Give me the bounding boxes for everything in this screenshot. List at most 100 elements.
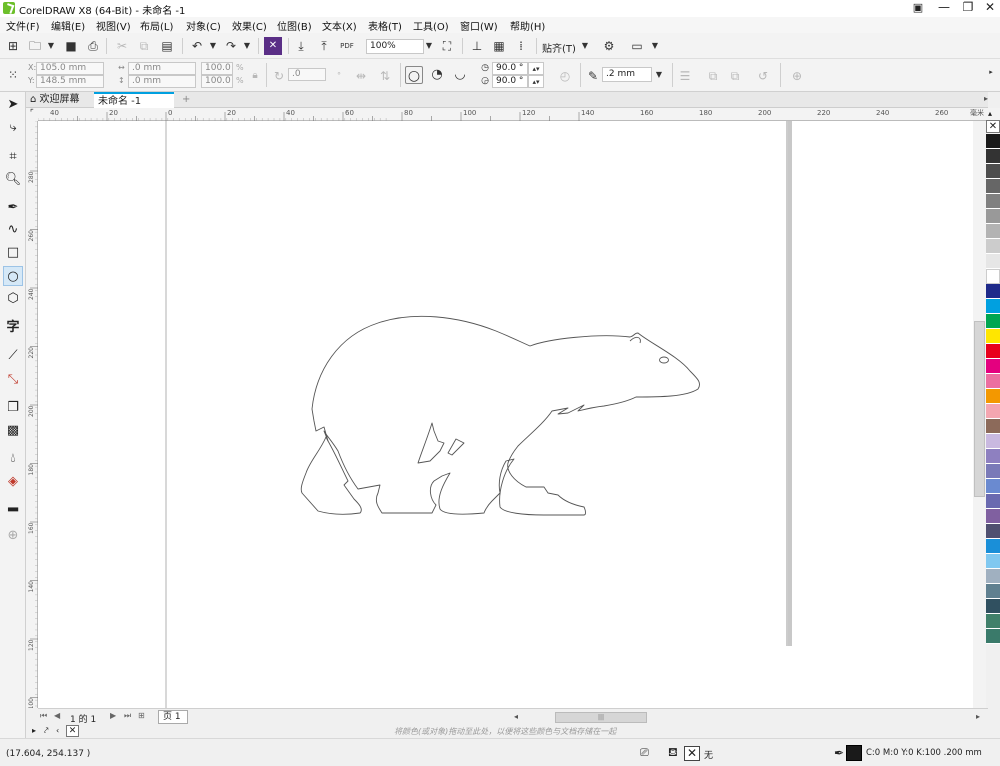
import-icon[interactable]: ⤓ (292, 37, 310, 55)
pick-tool-icon[interactable]: ➤ (3, 95, 23, 115)
undo-dropdown-icon[interactable]: ▼ (204, 37, 222, 55)
fill-bucket-icon[interactable]: ⛾ (668, 745, 678, 761)
full-screen-icon[interactable]: ⛶ (438, 37, 456, 55)
width-field[interactable]: .0 mm (128, 62, 196, 75)
start-angle-field[interactable]: 90.0 ° (492, 62, 528, 75)
show-grid-icon[interactable]: ▦ (490, 37, 508, 55)
palette-swatch[interactable] (986, 464, 1000, 479)
rectangle-tool-icon[interactable]: □ (3, 243, 23, 263)
outline-color-swatch[interactable] (846, 745, 862, 761)
smart-fill-icon[interactable]: ▂ (3, 495, 23, 515)
palette-swatch[interactable] (986, 164, 1000, 179)
application-launcher-icon[interactable]: ▭ (628, 37, 646, 55)
h-scroll-left-icon[interactable]: ◂ (514, 712, 518, 721)
parallel-dimension-icon[interactable]: ⟋ (3, 346, 23, 366)
fill-none-swatch[interactable]: ✕ (684, 746, 700, 761)
menu-layout[interactable]: 布局(L) (140, 18, 173, 33)
palette-scroll-up-icon[interactable]: ▴ (988, 109, 992, 118)
vertical-scroll-thumb[interactable] (974, 321, 985, 497)
no-color-doc-swatch[interactable]: ✕ (66, 725, 79, 737)
menu-bitmaps[interactable]: 位图(B) (277, 18, 312, 33)
page-tab-1[interactable]: 页 1 (158, 710, 188, 724)
show-rulers-icon[interactable]: ⊥ (468, 37, 486, 55)
shape-tool-icon[interactable]: ⤷ (3, 118, 23, 138)
add-icon[interactable]: ⊕ (788, 67, 806, 85)
convert-to-curves-icon[interactable]: ↺ (754, 67, 772, 85)
palette-swatch[interactable] (986, 254, 1000, 269)
zoom-tool-icon[interactable]: 🔍︎ (3, 170, 23, 190)
scale-width-field[interactable]: 100.0 (201, 62, 233, 75)
ellipse-mode-icon[interactable]: ○ (405, 66, 423, 84)
pie-mode-icon[interactable]: ◔ (428, 66, 446, 84)
horizontal-ruler[interactable]: 40 20 0 20 40 60 80 100 120 140 160 180 200 220 240 260… (38, 108, 988, 121)
palette-swatch[interactable] (986, 194, 1000, 209)
palette-swatch[interactable] (986, 344, 1000, 359)
palette-swatch[interactable] (986, 299, 1000, 314)
mirror-vertical-icon[interactable]: ⇅ (376, 67, 394, 85)
menu-table[interactable]: 表格(T) (368, 18, 402, 33)
artistic-media-icon[interactable]: ∿ (3, 220, 23, 240)
palette-swatch[interactable] (986, 149, 1000, 164)
next-page-icon[interactable]: ▶ (110, 711, 116, 720)
palette-swatch[interactable] (986, 404, 1000, 419)
palette-swatch[interactable] (986, 269, 1000, 284)
object-origin-icon[interactable]: ⁙ (4, 66, 22, 84)
polar-bear-drawing[interactable] (300, 315, 701, 516)
palette-swatch[interactable] (986, 359, 1000, 374)
no-color-swatch[interactable]: ✕ (986, 120, 1000, 133)
property-bar-scroll-icon[interactable]: ▸ (985, 63, 997, 81)
menu-tools[interactable]: 工具(O) (413, 18, 449, 33)
mirror-horizontal-icon[interactable]: ⇹ (352, 67, 370, 85)
palette-swatch[interactable] (986, 239, 1000, 254)
palette-swatch[interactable] (986, 389, 1000, 404)
palette-swatch[interactable] (986, 284, 1000, 299)
palette-swatch[interactable] (986, 224, 1000, 239)
direction-icon[interactable]: ◴ (556, 67, 574, 85)
tab-welcome[interactable]: ⌂ 欢迎屏幕 (26, 92, 94, 108)
open-dropdown-icon[interactable]: ▼ (42, 37, 60, 55)
options-gear-icon[interactable]: ⚙ (600, 37, 618, 55)
palette-swatch[interactable] (986, 374, 1000, 389)
to-back-icon[interactable]: ⧉ (726, 67, 744, 85)
palette-swatch[interactable] (986, 629, 1000, 644)
palette-swatch[interactable] (986, 554, 1000, 569)
text-tool-icon[interactable]: 字 (3, 318, 23, 338)
menu-file[interactable]: 文件(F) (6, 18, 40, 33)
arc-mode-icon[interactable]: ◡ (451, 66, 469, 84)
menu-effects[interactable]: 效果(C) (232, 18, 267, 33)
tab-document[interactable]: 未命名 -1 (94, 92, 174, 108)
x-position-field[interactable]: 105.0 mm (36, 62, 104, 75)
transparency-icon[interactable]: ▩ (3, 421, 23, 441)
palette-scroll-left-icon[interactable]: ‹ (56, 726, 59, 735)
add-tab-button[interactable]: + (178, 92, 192, 108)
menu-window[interactable]: 窗口(W) (460, 18, 498, 33)
drop-shadow-icon[interactable]: ❐ (3, 398, 23, 418)
palette-swatch[interactable] (986, 134, 1000, 149)
save-icon[interactable]: ■ (62, 37, 80, 55)
print-icon[interactable]: ⎙ (84, 37, 102, 55)
lock-ratio-icon[interactable]: 🔒︎ (246, 67, 264, 85)
freehand-tool-icon[interactable]: ✒ (3, 198, 23, 218)
end-angle-field[interactable]: 90.0 ° (492, 75, 528, 88)
palette-swatch[interactable] (986, 614, 1000, 629)
ellipse-tool-icon[interactable]: ○ (3, 266, 23, 286)
palette-swatch[interactable] (986, 524, 1000, 539)
text-wrap-icon[interactable]: ☰ (676, 67, 694, 85)
palette-swatch[interactable] (986, 209, 1000, 224)
palette-swatch[interactable] (986, 419, 1000, 434)
end-angle-spinner[interactable]: ▴▾ (528, 75, 544, 88)
palette-swatch[interactable] (986, 599, 1000, 614)
menu-edit[interactable]: 编辑(E) (51, 18, 85, 33)
snap-to-menu[interactable]: 贴齐(T) (542, 40, 576, 55)
palette-swatch[interactable] (986, 539, 1000, 554)
vertical-scrollbar[interactable] (973, 121, 986, 708)
tabs-scroll-icon[interactable]: ▸ (984, 94, 988, 103)
palette-swatch[interactable] (986, 179, 1000, 194)
minimize-button[interactable]: — (932, 0, 956, 16)
interactive-fill-icon[interactable]: ◈ (3, 472, 23, 492)
palette-swatch[interactable] (986, 479, 1000, 494)
horizontal-scroll-thumb[interactable]: ||| (555, 712, 647, 723)
add-page-icon[interactable]: ⊞ (138, 711, 145, 720)
user-icon[interactable]: ▣ (906, 0, 930, 16)
palette-swatch[interactable] (986, 509, 1000, 524)
